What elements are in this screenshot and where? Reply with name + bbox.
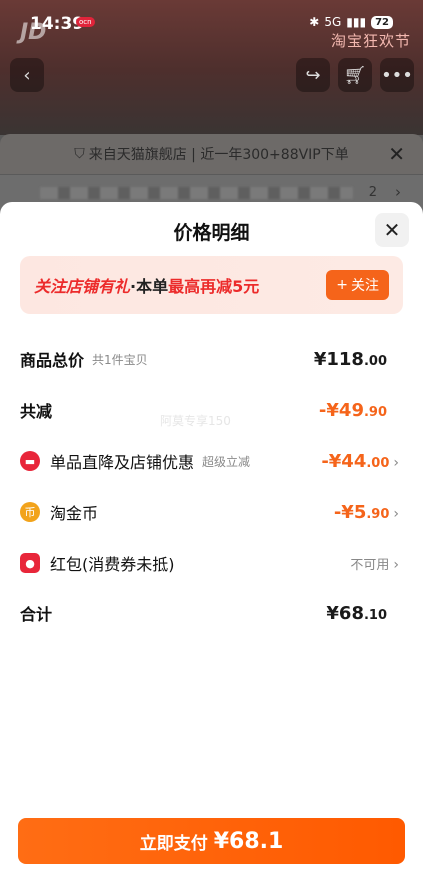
red-packet-status: 不可用 [350, 557, 390, 573]
chevron-right-icon: › [395, 183, 401, 201]
close-icon: ✕ [383, 218, 401, 242]
blurred-content [40, 187, 353, 199]
sheet-title: 价格明细 [173, 222, 250, 244]
blurred-count: 2 [368, 185, 377, 200]
coins-dec: .90 [366, 506, 390, 522]
total-count-label: 共1件宝贝 [92, 352, 148, 367]
pay-now-button[interactable]: 立即支付 ¥68.1 [18, 818, 405, 864]
banner-order-text: ·本单 [130, 277, 169, 296]
more-icon: ••• [381, 64, 413, 86]
total-price-dec: .00 [363, 353, 387, 369]
status-icons: ✱ 5G ▮▮▮ 72 [309, 15, 393, 29]
back-icon: ‹ [23, 64, 31, 86]
row-sum: 合计 ¥68.10 [20, 598, 403, 628]
sum-label: 合计 [20, 605, 53, 624]
row-red-packet[interactable]: ● 红包(消费券未抵) 不可用 › [20, 548, 403, 578]
red-packet-label: 红包(消费券未抵) [50, 555, 175, 574]
share-button[interactable]: ↪ [296, 58, 330, 92]
bluetooth-icon: ✱ [309, 15, 320, 29]
red-packet-icon: ● [20, 553, 40, 573]
status-badge: ocn [76, 17, 95, 27]
share-icon: ↪ [305, 64, 321, 86]
discount-value: -¥49.90 [319, 400, 387, 421]
cart-icon: 🛒︎ [343, 64, 367, 86]
pay-label: 立即支付 [139, 833, 208, 854]
discount-label: 共减 [20, 402, 53, 421]
banner-gift-text: 关注店铺有礼 [34, 277, 131, 296]
sum-dec: .10 [363, 607, 387, 623]
plus-icon: + [336, 277, 348, 293]
store-discount-dec: .00 [366, 455, 390, 471]
discount-int: -¥49 [318, 399, 364, 421]
row-store-discount[interactable]: ▬ 单品直降及店铺优惠 超级立减 -¥44.00 › [20, 446, 403, 476]
follow-button[interactable]: + 关注 [326, 270, 389, 300]
network-label: 5G [324, 15, 342, 29]
chevron-right-icon: › [393, 454, 399, 471]
more-button[interactable]: ••• [380, 58, 414, 92]
store-discount-sub: 超级立减 [202, 454, 251, 469]
cart-button[interactable]: 🛒︎ [338, 58, 372, 92]
row-total-price: 商品总价 共1件宝贝 ¥118.00 [20, 344, 403, 374]
store-discount-int: -¥44 [321, 450, 367, 472]
close-button[interactable]: ✕ [375, 213, 409, 247]
sum-int: ¥68 [326, 602, 364, 624]
festival-banner: 淘宝狂欢节 [330, 32, 411, 50]
chevron-right-icon: › [393, 505, 399, 522]
follow-label: 关注 [351, 278, 379, 294]
coins-label: 淘金币 [50, 504, 99, 523]
coins-int: -¥5 [333, 501, 367, 523]
discount-dec: .90 [363, 404, 387, 420]
price-detail-sheet: 价格明细 ✕ 关注店铺有礼 ·本单 最高再减5元 + 关注 阿莫专享150 商品… [0, 202, 423, 870]
coin-icon: 币 [20, 502, 40, 522]
total-price-int: ¥118 [313, 348, 364, 370]
store-promo-strip: ⛉ 来自天猫旗舰店 | 近一年300+88VIP下单 ✕ [0, 134, 423, 174]
pay-amount: ¥68.1 [213, 828, 284, 854]
row-taojinbi[interactable]: 币 淘金币 -¥5.90 › [20, 497, 403, 527]
shield-icon: ⛉ [74, 146, 85, 162]
red-packet-value: 不可用 › [350, 554, 399, 573]
store-promo-text: 来自天猫旗舰店 | 近一年300+88VIP下单 [88, 147, 349, 163]
follow-store-banner: 关注店铺有礼 ·本单 最高再减5元 + 关注 [20, 256, 403, 314]
sum-value: ¥68.10 [326, 603, 387, 624]
store-discount-value: -¥44.00 › [321, 451, 399, 472]
total-price-value: ¥118.00 [314, 349, 387, 370]
total-price-label: 商品总价 [20, 351, 85, 370]
close-icon[interactable]: ✕ [388, 142, 405, 166]
signal-icon: ▮▮▮ [346, 15, 367, 29]
battery-indicator: 72 [371, 15, 393, 29]
coins-value: -¥5.90 › [334, 502, 399, 523]
brand-logo: JD [20, 20, 47, 45]
chevron-right-icon: › [393, 556, 399, 573]
back-button[interactable]: ‹ [10, 58, 44, 92]
store-discount-label: 单品直降及店铺优惠 [50, 453, 195, 472]
discount-icon: ▬ [20, 451, 40, 471]
row-total-discount: 共减 -¥49.90 [20, 395, 403, 425]
banner-discount-text: 最高再减5元 [168, 277, 260, 296]
